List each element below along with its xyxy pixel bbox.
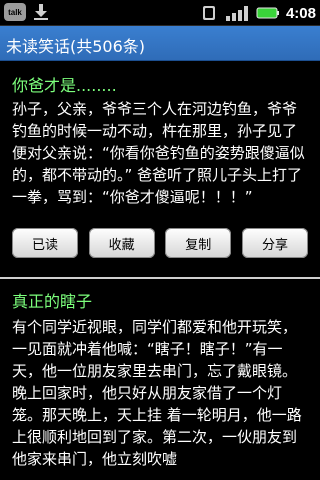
joke-title: 真正的瞎子 <box>12 292 93 311</box>
joke-card-1: 你爸才是........ 孙子，父亲，爷爷三个人在河边钓鱼，爷爷钓鱼的时候一动不… <box>0 60 320 280</box>
talk-icon: talk <box>4 3 26 21</box>
joke-body: 孙子，父亲，爷爷三个人在河边钓鱼，爷爷钓鱼的时候一动不动，杵在那里，孙子见了便对… <box>12 100 305 206</box>
divider <box>0 277 320 279</box>
favorite-button[interactable]: 收藏 <box>88 228 155 258</box>
sync-icon <box>202 6 215 20</box>
mark-read-button[interactable]: 已读 <box>12 228 78 258</box>
joke-title: 你爸才是........ <box>12 76 117 95</box>
app-title-bar: 未读笑话(共506条) <box>0 26 320 61</box>
copy-button[interactable]: 复制 <box>165 228 232 258</box>
status-bar: talk 4:08 <box>0 0 320 26</box>
clock-time: 4:08 <box>285 4 316 22</box>
app-title: 未读笑话(共506条) <box>6 37 146 56</box>
download-icon <box>34 4 48 20</box>
joke-body: 有个同学近视眼，同学们都爱和他开玩笑，一见面就冲着他喊：“瞎子！瞎子！”有一天，… <box>12 318 302 468</box>
joke-card-2: 真正的瞎子 有个同学近视眼，同学们都爱和他开玩笑，一见面就冲着他喊：“瞎子！瞎子… <box>0 280 320 480</box>
share-button[interactable]: 分享 <box>241 228 308 258</box>
battery-icon <box>256 7 279 19</box>
joke-action-row: 已读 收藏 复制 分享 <box>12 228 308 258</box>
signal-icon <box>225 6 248 21</box>
